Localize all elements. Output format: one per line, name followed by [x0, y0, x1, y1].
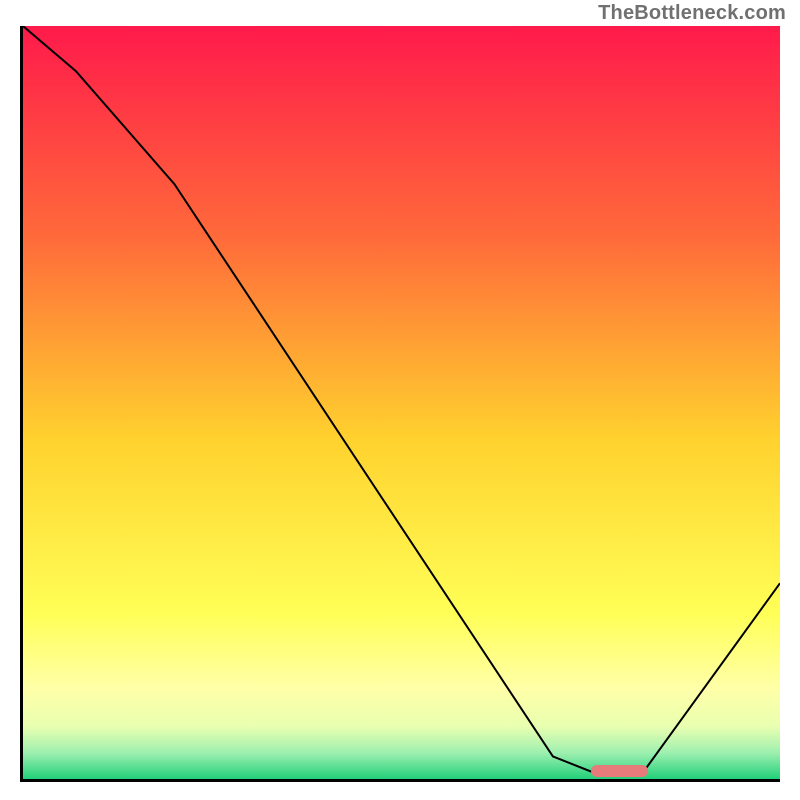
plot-area	[20, 26, 780, 782]
optimal-marker	[591, 765, 648, 777]
bottleneck-curve	[23, 26, 780, 779]
curve-path	[23, 26, 780, 771]
attribution-text: TheBottleneck.com	[598, 2, 786, 25]
